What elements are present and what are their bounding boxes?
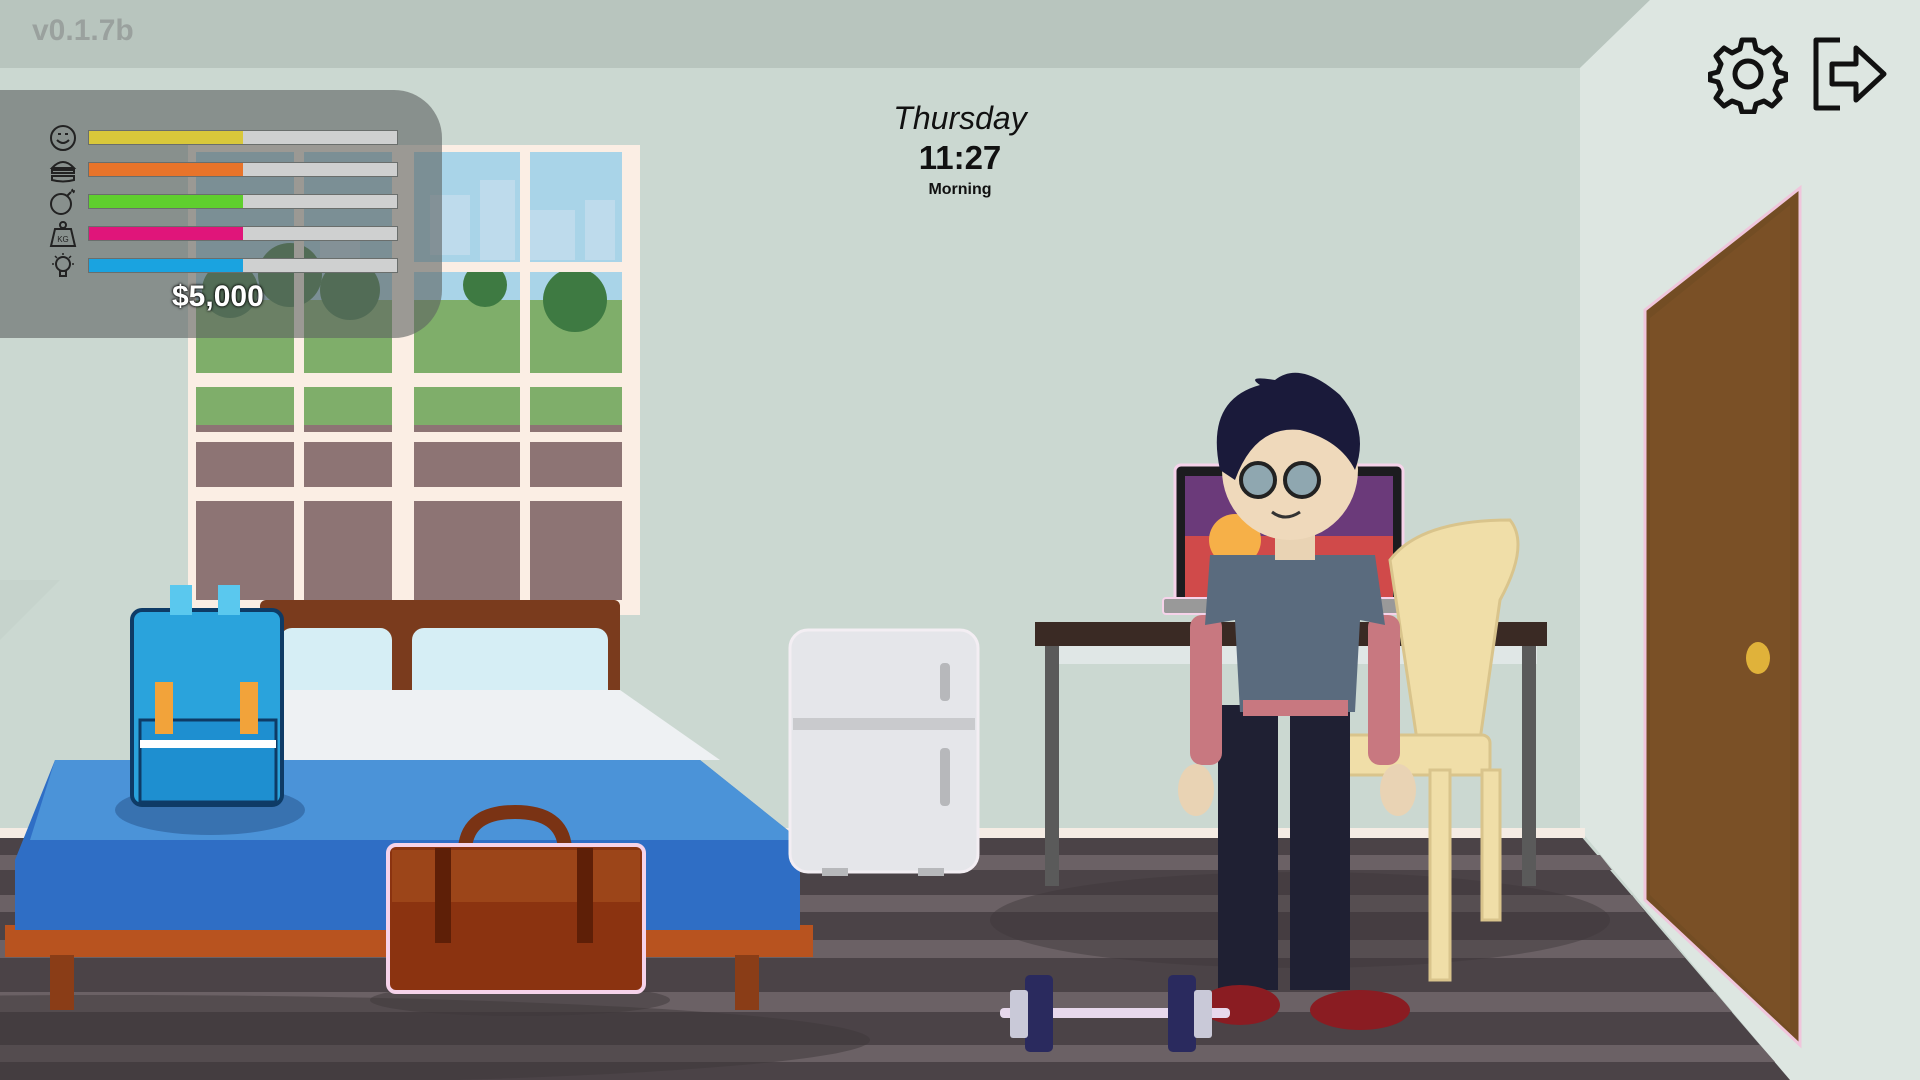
happiness-bar-fill <box>89 131 243 144</box>
exit-icon <box>1813 37 1887 111</box>
exit-button[interactable] <box>1810 34 1890 114</box>
energy-bar <box>88 258 398 273</box>
day-label: Thursday <box>893 100 1027 136</box>
hunger-bar-fill <box>89 163 243 176</box>
smiley-icon <box>50 125 76 151</box>
bomb-icon <box>50 188 75 215</box>
clock-display: Thursday 11:27 Morning <box>860 100 1060 199</box>
lightbulb-icon <box>52 253 74 277</box>
stress-bar-fill <box>89 195 243 208</box>
stat-row-hunger <box>48 156 398 183</box>
weight-bar <box>88 226 398 241</box>
version-label: v0.1.7b <box>32 14 134 47</box>
period-label: Morning <box>928 181 992 198</box>
weight-icon: KG <box>49 221 77 247</box>
ceiling <box>0 0 1650 68</box>
burger-icon <box>49 161 77 183</box>
stat-row-stress <box>48 188 398 215</box>
mini-fridge <box>788 628 980 876</box>
stat-row-energy <box>48 252 398 278</box>
stress-bar <box>88 194 398 209</box>
settings-button[interactable] <box>1707 34 1789 115</box>
time-label: 11:27 <box>918 139 1002 176</box>
gear-icon <box>1707 37 1789 115</box>
weight-icon-label: KG <box>57 235 69 244</box>
stat-row-weight: KG <box>48 220 398 247</box>
energy-bar-fill <box>89 259 243 272</box>
stat-row-happiness <box>48 124 398 151</box>
happiness-bar <box>88 130 398 145</box>
room-door[interactable] <box>1643 184 1802 1049</box>
hunger-bar <box>88 162 398 177</box>
money-display: $5,000 <box>172 280 264 313</box>
weight-bar-fill <box>89 227 243 240</box>
backpack <box>115 585 305 835</box>
